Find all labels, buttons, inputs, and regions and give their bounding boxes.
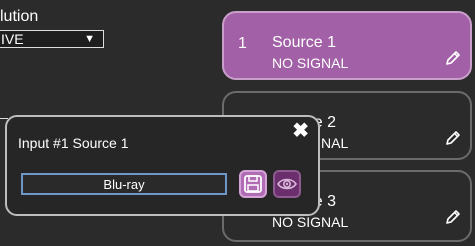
source-status: NO SIGNAL bbox=[272, 214, 349, 230]
save-icon bbox=[244, 175, 262, 193]
eye-icon bbox=[277, 178, 297, 190]
resolution-select[interactable]: IVE ▼ bbox=[0, 30, 104, 48]
resolution-label: lution bbox=[0, 8, 39, 25]
pencil-icon[interactable] bbox=[444, 129, 462, 147]
chevron-down-icon: ▼ bbox=[84, 33, 95, 45]
source-name: Source 1 bbox=[272, 34, 337, 51]
pencil-icon[interactable] bbox=[444, 208, 462, 226]
pencil-icon[interactable] bbox=[444, 49, 462, 67]
close-icon[interactable]: ✖ bbox=[292, 121, 309, 141]
preview-button[interactable] bbox=[273, 170, 301, 198]
save-button[interactable] bbox=[239, 170, 267, 198]
source-name-input[interactable] bbox=[21, 173, 227, 195]
source-status: NO SIGNAL bbox=[272, 55, 349, 71]
resolution-select-value: IVE bbox=[1, 31, 24, 47]
popup-title: Input #1 Source 1 bbox=[18, 135, 129, 151]
source-number: 1 bbox=[238, 35, 247, 52]
rename-popup: Input #1 Source 1 ✖ bbox=[5, 115, 320, 216]
source-card-1[interactable]: 1 Source 1 NO SIGNAL bbox=[222, 11, 472, 80]
